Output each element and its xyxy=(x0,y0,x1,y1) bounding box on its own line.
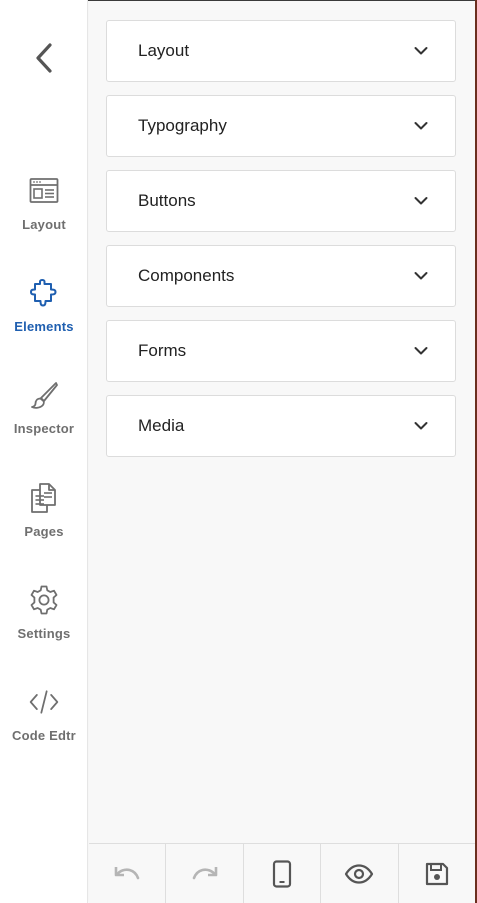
sidebar-item-pages[interactable]: Pages xyxy=(0,482,88,562)
sidebar-item-settings[interactable]: Settings xyxy=(0,584,88,664)
accordion-components[interactable]: Components xyxy=(106,245,456,307)
accordion-typography[interactable]: Typography xyxy=(106,95,456,157)
redo-icon xyxy=(192,867,217,880)
accordion-title: Media xyxy=(138,416,185,435)
accordion-title: Layout xyxy=(138,41,190,60)
accordion-title: Components xyxy=(138,266,235,285)
chevron-down-icon xyxy=(414,197,428,205)
sidebar-item-label: Elements xyxy=(14,319,74,334)
accordion-media[interactable]: Media xyxy=(106,395,456,457)
sidebar-item-label: Layout xyxy=(22,217,66,232)
layout-icon xyxy=(28,175,60,207)
sidebar: Layout Elements Inspector Pages Settings… xyxy=(0,0,88,903)
chevron-down-icon xyxy=(414,47,428,55)
puzzle-icon xyxy=(28,277,60,309)
sidebar-item-elements[interactable]: Elements xyxy=(0,277,88,357)
pages-icon xyxy=(28,482,60,514)
sidebar-item-layout[interactable]: Layout xyxy=(0,175,88,255)
chevron-down-icon xyxy=(414,272,428,280)
undo-icon xyxy=(114,867,140,880)
sidebar-item-label: Pages xyxy=(24,524,64,539)
chevron-down-icon xyxy=(414,122,428,130)
accordion-title: Typography xyxy=(138,116,227,135)
chevron-left-icon xyxy=(36,43,52,73)
elements-panel: Layout Typography Buttons Components For… xyxy=(89,1,475,843)
undo-button[interactable] xyxy=(89,844,167,903)
sidebar-item-inspector[interactable]: Inspector xyxy=(0,379,88,459)
preview-button[interactable] xyxy=(321,844,399,903)
chevron-down-icon xyxy=(414,347,428,355)
brush-icon xyxy=(28,379,60,411)
sidebar-item-label: Code Edtr xyxy=(12,728,76,743)
back-button[interactable] xyxy=(28,38,60,78)
accordion-title: Buttons xyxy=(138,191,196,210)
eye-icon xyxy=(345,864,374,884)
page-builder-app: Layout Elements Inspector Pages Settings… xyxy=(0,0,477,903)
redo-button[interactable] xyxy=(166,844,244,903)
chevron-down-icon xyxy=(414,422,428,430)
accordion-layout[interactable]: Layout xyxy=(106,20,456,82)
gear-icon xyxy=(28,584,60,616)
mobile-icon xyxy=(272,860,292,888)
code-icon xyxy=(28,686,60,718)
bottom-toolbar xyxy=(89,843,475,903)
mobile-preview-button[interactable] xyxy=(244,844,322,903)
sidebar-item-code-editor[interactable]: Code Edtr xyxy=(0,686,88,766)
accordion-title: Forms xyxy=(138,341,187,360)
accordion-buttons[interactable]: Buttons xyxy=(106,170,456,232)
sidebar-item-label: Settings xyxy=(17,626,71,641)
save-button[interactable] xyxy=(399,844,475,903)
accordion-forms[interactable]: Forms xyxy=(106,320,456,382)
save-icon xyxy=(425,862,448,886)
sidebar-item-label: Inspector xyxy=(13,421,75,436)
